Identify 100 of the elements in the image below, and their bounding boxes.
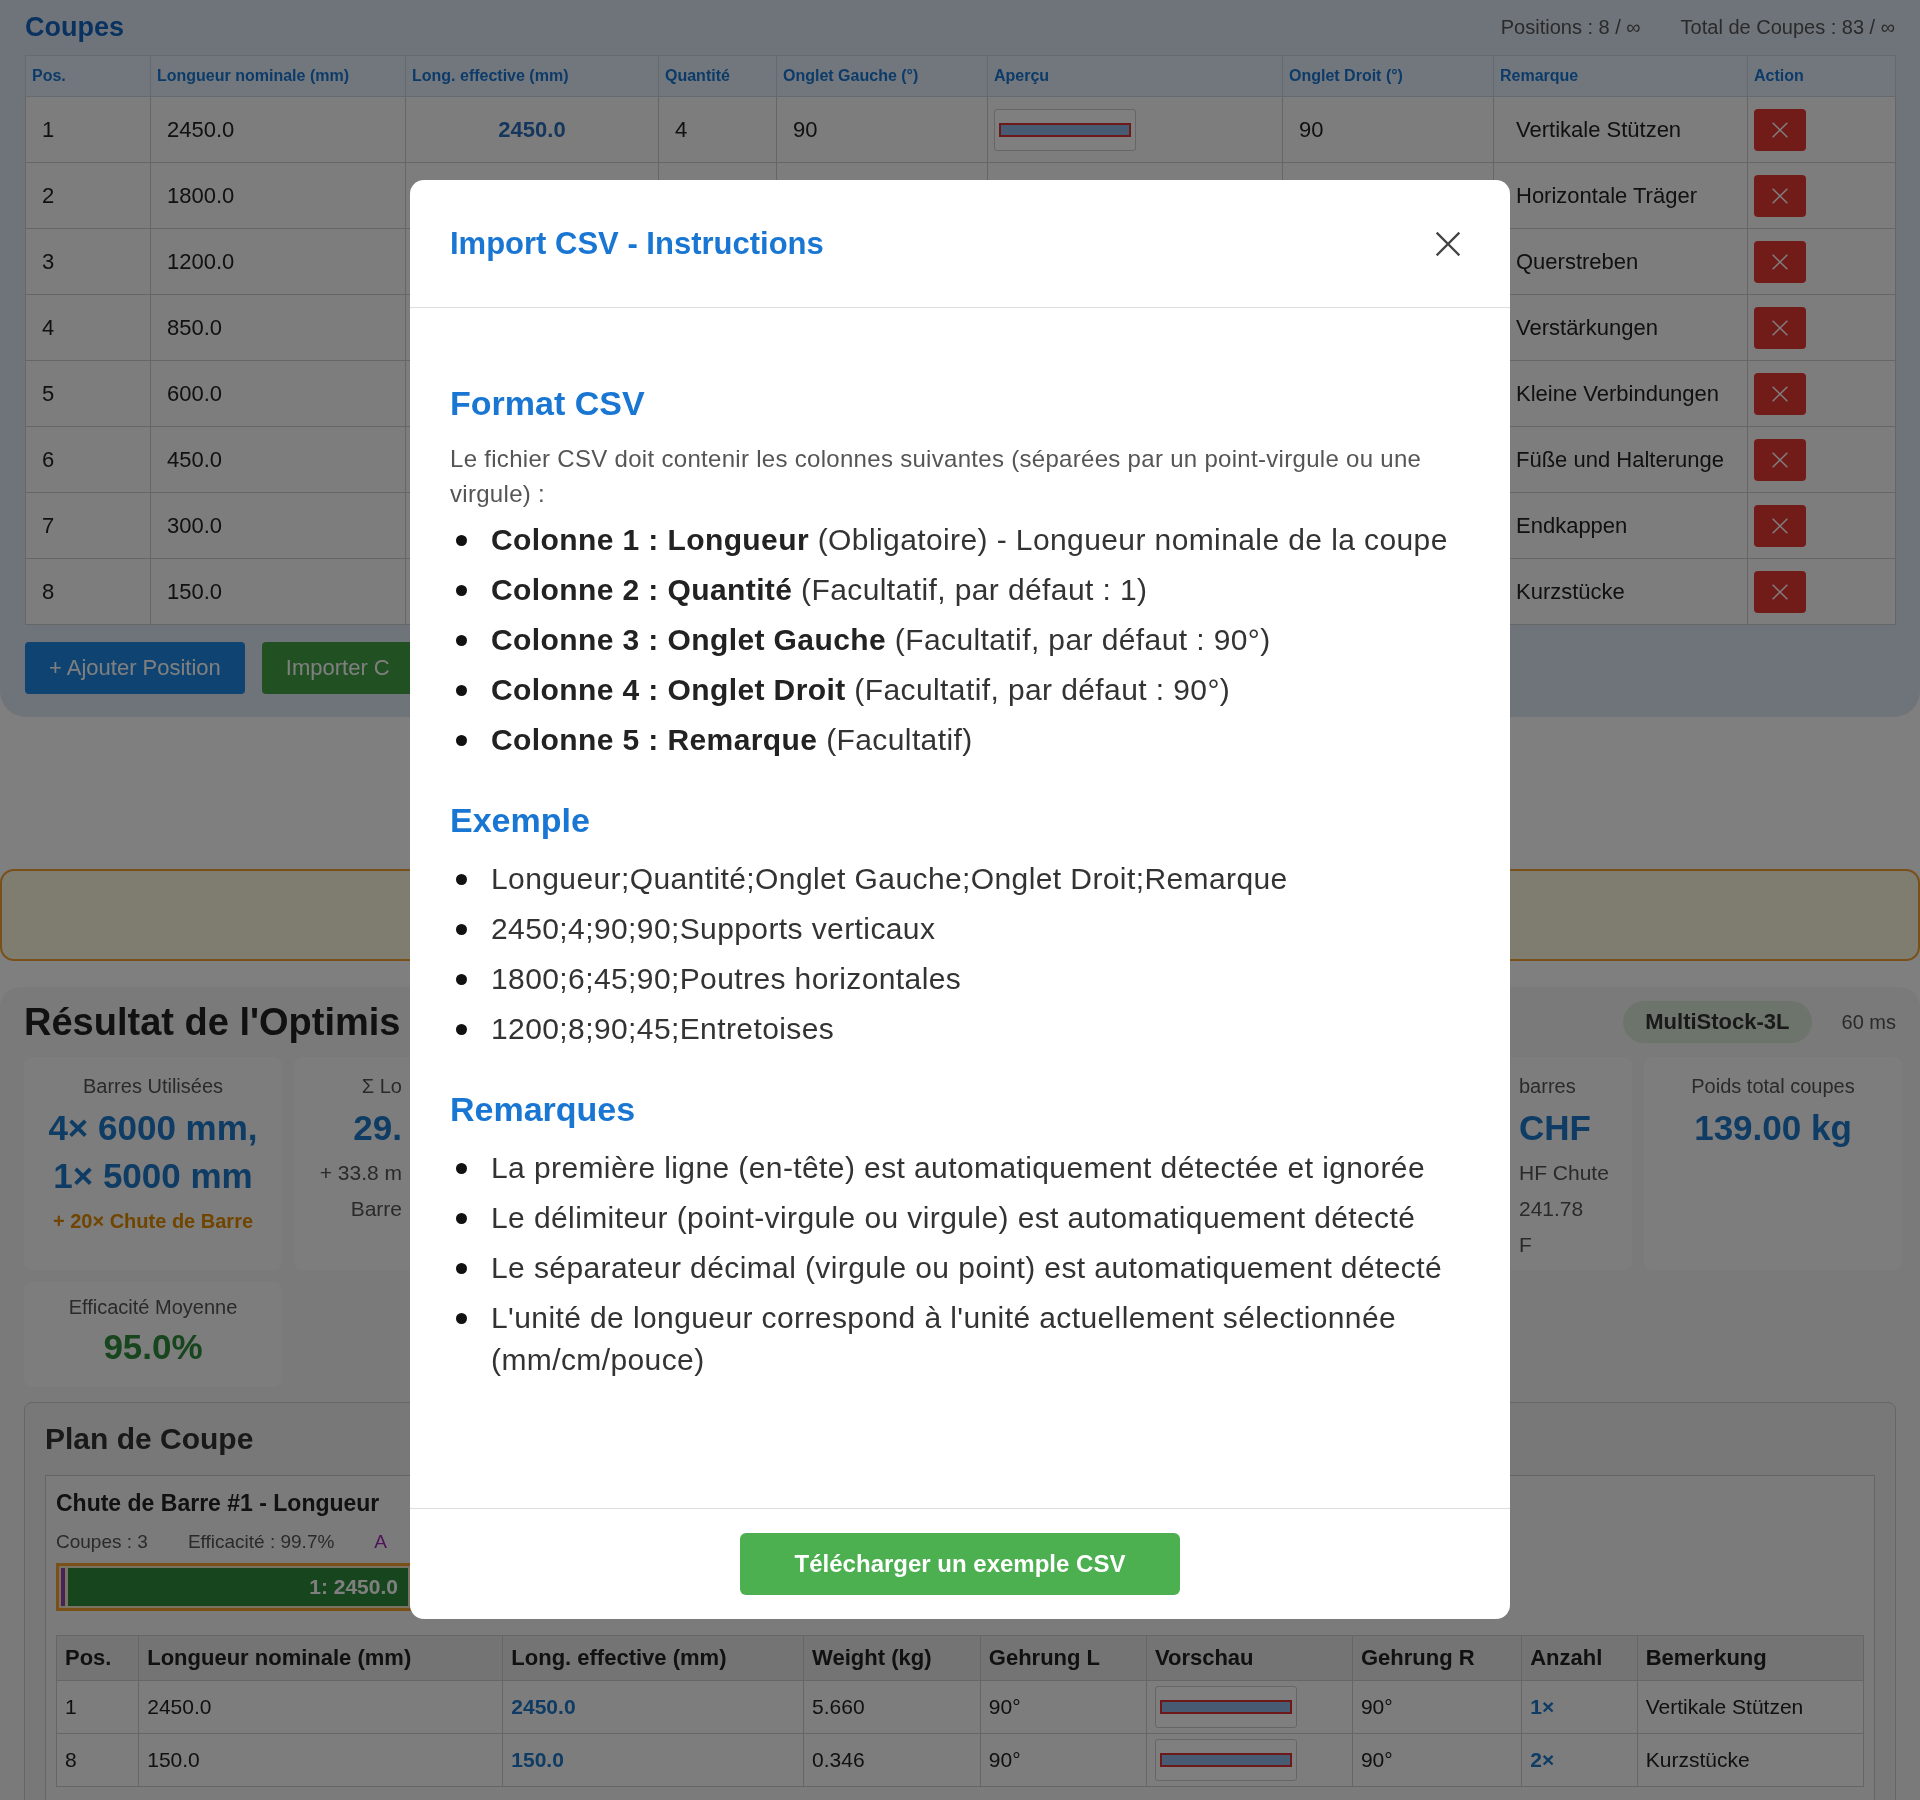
column-header: Longueur nominale (mm) [150, 55, 406, 97]
column-header: Onglet Droit (°) [1282, 55, 1494, 97]
delete-button[interactable] [1754, 504, 1806, 547]
cut-segment: 1: 2450.0 [68, 1568, 408, 1606]
duration-text: 60 ms [1841, 1010, 1896, 1034]
bullet-icon [456, 974, 467, 985]
table-cell: 7 [25, 492, 151, 559]
bullet-icon [456, 735, 467, 746]
action-button[interactable]: + Ajouter Position [25, 642, 245, 694]
table-cell: Horizontale Träger [1493, 162, 1748, 229]
column-header: Pos. [25, 55, 151, 97]
table-cell: 150.0 [138, 1733, 503, 1787]
table-cell: 150.0 [502, 1733, 804, 1787]
efficiency-text: Efficacité : 99.7% [187, 1531, 335, 1553]
bullet-icon [456, 685, 467, 696]
list-item-text: Colonne 2 : Quantité (Facultatif, par défaut : 1) [491, 572, 1148, 608]
table-cell: Vertikale Stützen [1493, 96, 1748, 163]
list-item-text: Colonne 5 : Remarque (Facultatif) [491, 722, 973, 758]
table-cell: 5 [25, 360, 151, 427]
list-item-text: La première ligne (en-tête) est automatiquement détectée et ignorée [491, 1150, 1425, 1186]
delete-button[interactable] [1754, 108, 1806, 151]
stat-value: 95.0% [103, 1326, 203, 1368]
delete-button[interactable] [1754, 438, 1806, 481]
stat-value: 4× 6000 mm, 1× 5000 mm [47, 1107, 259, 1197]
column-header: Vorschau [1146, 1635, 1353, 1681]
column-header: Quantité [658, 55, 777, 97]
column-header: Onglet Gauche (°) [776, 55, 988, 97]
algorithm-badge: MultiStock-3L [1623, 1001, 1812, 1043]
table-cell: 300.0 [150, 492, 406, 559]
column-header: Pos. [56, 1635, 139, 1681]
download-button[interactable]: Télécharger un exemple CSV [740, 1533, 1180, 1595]
bullet-icon [456, 1024, 467, 1035]
stat-detail: Barre [350, 1196, 402, 1222]
list-item-text: Colonne 1 : Longueur (Obligatoire) - Longueur nominale de la coupe [491, 522, 1448, 558]
stat-value: 29. [353, 1107, 402, 1149]
table-cell: 850.0 [150, 294, 406, 361]
column-header: Bemerkung [1637, 1635, 1864, 1681]
table-cell: 1 [25, 96, 151, 163]
column-header: Weight (kg) [803, 1635, 981, 1681]
list-item-text: Le séparateur décimal (virgule ou point) est automatiquement détecté [491, 1250, 1443, 1286]
column-header: Action [1747, 55, 1896, 97]
table-cell: 4 [25, 294, 151, 361]
bullet-icon [456, 585, 467, 596]
table-cell: Vertikale Stützen [1637, 1680, 1864, 1734]
delete-button[interactable] [1754, 372, 1806, 415]
section-text: Le fichier CSV doit contenir les colonnes suivantes (séparées par un point-virgule ou une virgule) : [450, 444, 1423, 509]
bullet-icon [456, 1213, 467, 1224]
cuts-count: Coupes : 3 [56, 1531, 148, 1553]
plan-title: Plan de Coupe [45, 1421, 255, 1457]
delete-button[interactable] [1754, 240, 1806, 283]
bullet-icon [456, 1313, 467, 1324]
section-heading: Exemple [450, 801, 591, 840]
table-cell: 2450.0 [138, 1680, 503, 1734]
table-cell: 8 [56, 1733, 139, 1787]
stat-label: barres [1519, 1075, 1576, 1098]
bullet-icon [456, 635, 467, 646]
table-cell: 90 [776, 96, 988, 163]
delete-button[interactable] [1754, 306, 1806, 349]
column-header: Aperçu [987, 55, 1283, 97]
column-header: Long. effective (mm) [502, 1635, 804, 1681]
list-item-text: 1800;6;45;90;Poutres horizontales [491, 961, 962, 997]
table-cell: 90° [1352, 1680, 1522, 1734]
table-cell: 2450.0 [502, 1680, 804, 1734]
list-item-text: 1200;8;90;45;Entretoises [491, 1011, 835, 1047]
table-cell: 0.346 [803, 1733, 981, 1787]
table-cell: 4 [658, 96, 777, 163]
table-cell: 2× [1521, 1733, 1638, 1787]
list-item-text: 2450;4;90;90;Supports verticaux [491, 911, 936, 947]
meta-text: A [374, 1531, 388, 1553]
bullet-icon [456, 535, 467, 546]
results-title: Résultat de l'Optimis [24, 1000, 401, 1044]
table-cell: 90° [1352, 1733, 1522, 1787]
stat-label: Barres Utilisées [82, 1075, 223, 1098]
table-cell: 150.0 [150, 558, 406, 625]
table-cell: 1 [56, 1680, 139, 1734]
column-header: Remarque [1493, 55, 1748, 97]
section-heading: Format CSV [450, 384, 646, 423]
stat-detail: HF Chute [1519, 1160, 1609, 1186]
table-cell: 600.0 [150, 360, 406, 427]
stat-label: Efficacité Moyenne [68, 1296, 238, 1319]
stat-detail: 241.78 [1519, 1196, 1584, 1222]
list-item-text: Longueur;Quantité;Onglet Gauche;Onglet Droit;Remarque [491, 861, 1288, 897]
table-cell: 90° [980, 1733, 1147, 1787]
column-header: Long. effective (mm) [405, 55, 659, 97]
stat-label: Poids total coupes [1691, 1075, 1855, 1098]
delete-button[interactable] [1754, 570, 1806, 613]
list-item-text: L'unité de longueur correspond à l'unité actuellement sélectionnée (mm/cm/pouce) [491, 1300, 1398, 1378]
bullet-icon [456, 924, 467, 935]
table-cell: 2450.0 [150, 96, 406, 163]
table-cell: 90° [980, 1680, 1147, 1734]
positions-count: Positions : 8 / ∞ [1500, 16, 1641, 39]
dialog-title: Import CSV - Instructions [450, 225, 824, 262]
list-item-text: Colonne 3 : Onglet Gauche (Facultatif, par défaut : 90°) [491, 622, 1271, 658]
column-header: Gehrung L [980, 1635, 1147, 1681]
delete-button[interactable] [1754, 174, 1806, 217]
column-header: Anzahl [1521, 1635, 1638, 1681]
total-cuts-count: Total de Coupes : 83 / ∞ [1680, 16, 1895, 39]
table-cell: 2450.0 [405, 96, 659, 163]
bullet-icon [456, 874, 467, 885]
table-cell: Kurzstücke [1637, 1733, 1864, 1787]
